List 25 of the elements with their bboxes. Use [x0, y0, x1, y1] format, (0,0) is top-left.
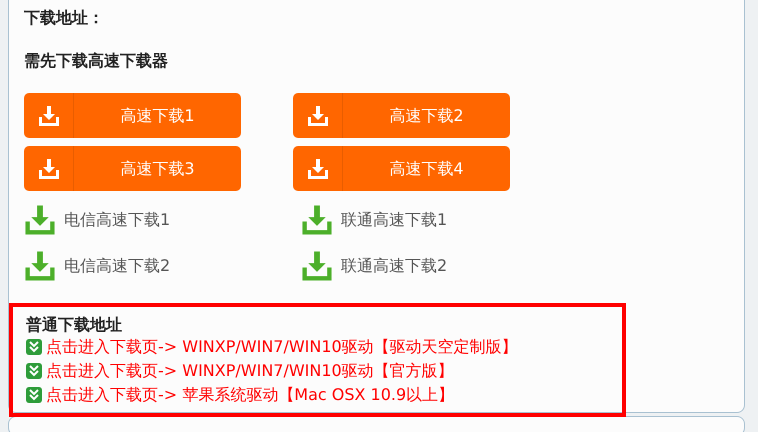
download-page-link[interactable]: 点击进入下载页-> 苹果系统驱动【Mac OSX 10.9以上】 — [46, 383, 454, 407]
section-heading: 下载地址： — [24, 8, 105, 28]
chevron-icon — [26, 339, 42, 355]
mirror-download-link[interactable]: 联通高速下载1 — [341, 208, 448, 232]
download-icon — [38, 158, 60, 178]
chevron-icon — [26, 363, 42, 379]
download-button[interactable]: 高速下载1 — [24, 93, 241, 138]
download-button[interactable]: 高速下载3 — [24, 146, 241, 191]
mirror-download-link[interactable]: 电信高速下载1 — [64, 208, 170, 232]
mirror-download-link[interactable]: 联通高速下载2 — [341, 254, 448, 278]
download-icon — [24, 205, 56, 235]
download-icon — [301, 205, 333, 235]
mirror-download-link[interactable]: 电信高速下载2 — [64, 254, 170, 278]
download-button[interactable]: 高速下载4 — [293, 146, 510, 191]
download-icon — [301, 251, 333, 281]
section-subheading: 需先下载高速下载器 — [24, 51, 169, 71]
download-page-link[interactable]: 点击进入下载页-> WINXP/WIN7/WIN10驱动【驱动天空定制版】 — [46, 335, 518, 359]
section-title: 普通下载地址 — [26, 315, 123, 335]
download-button[interactable]: 高速下载2 — [293, 93, 510, 138]
download-icon — [306, 158, 328, 178]
download-icon — [24, 251, 56, 281]
download-icon — [306, 106, 328, 126]
download-page-link[interactable]: 点击进入下载页-> WINXP/WIN7/WIN10驱动【官方版】 — [46, 359, 454, 383]
download-icon — [38, 106, 60, 126]
chevron-icon — [26, 387, 42, 403]
